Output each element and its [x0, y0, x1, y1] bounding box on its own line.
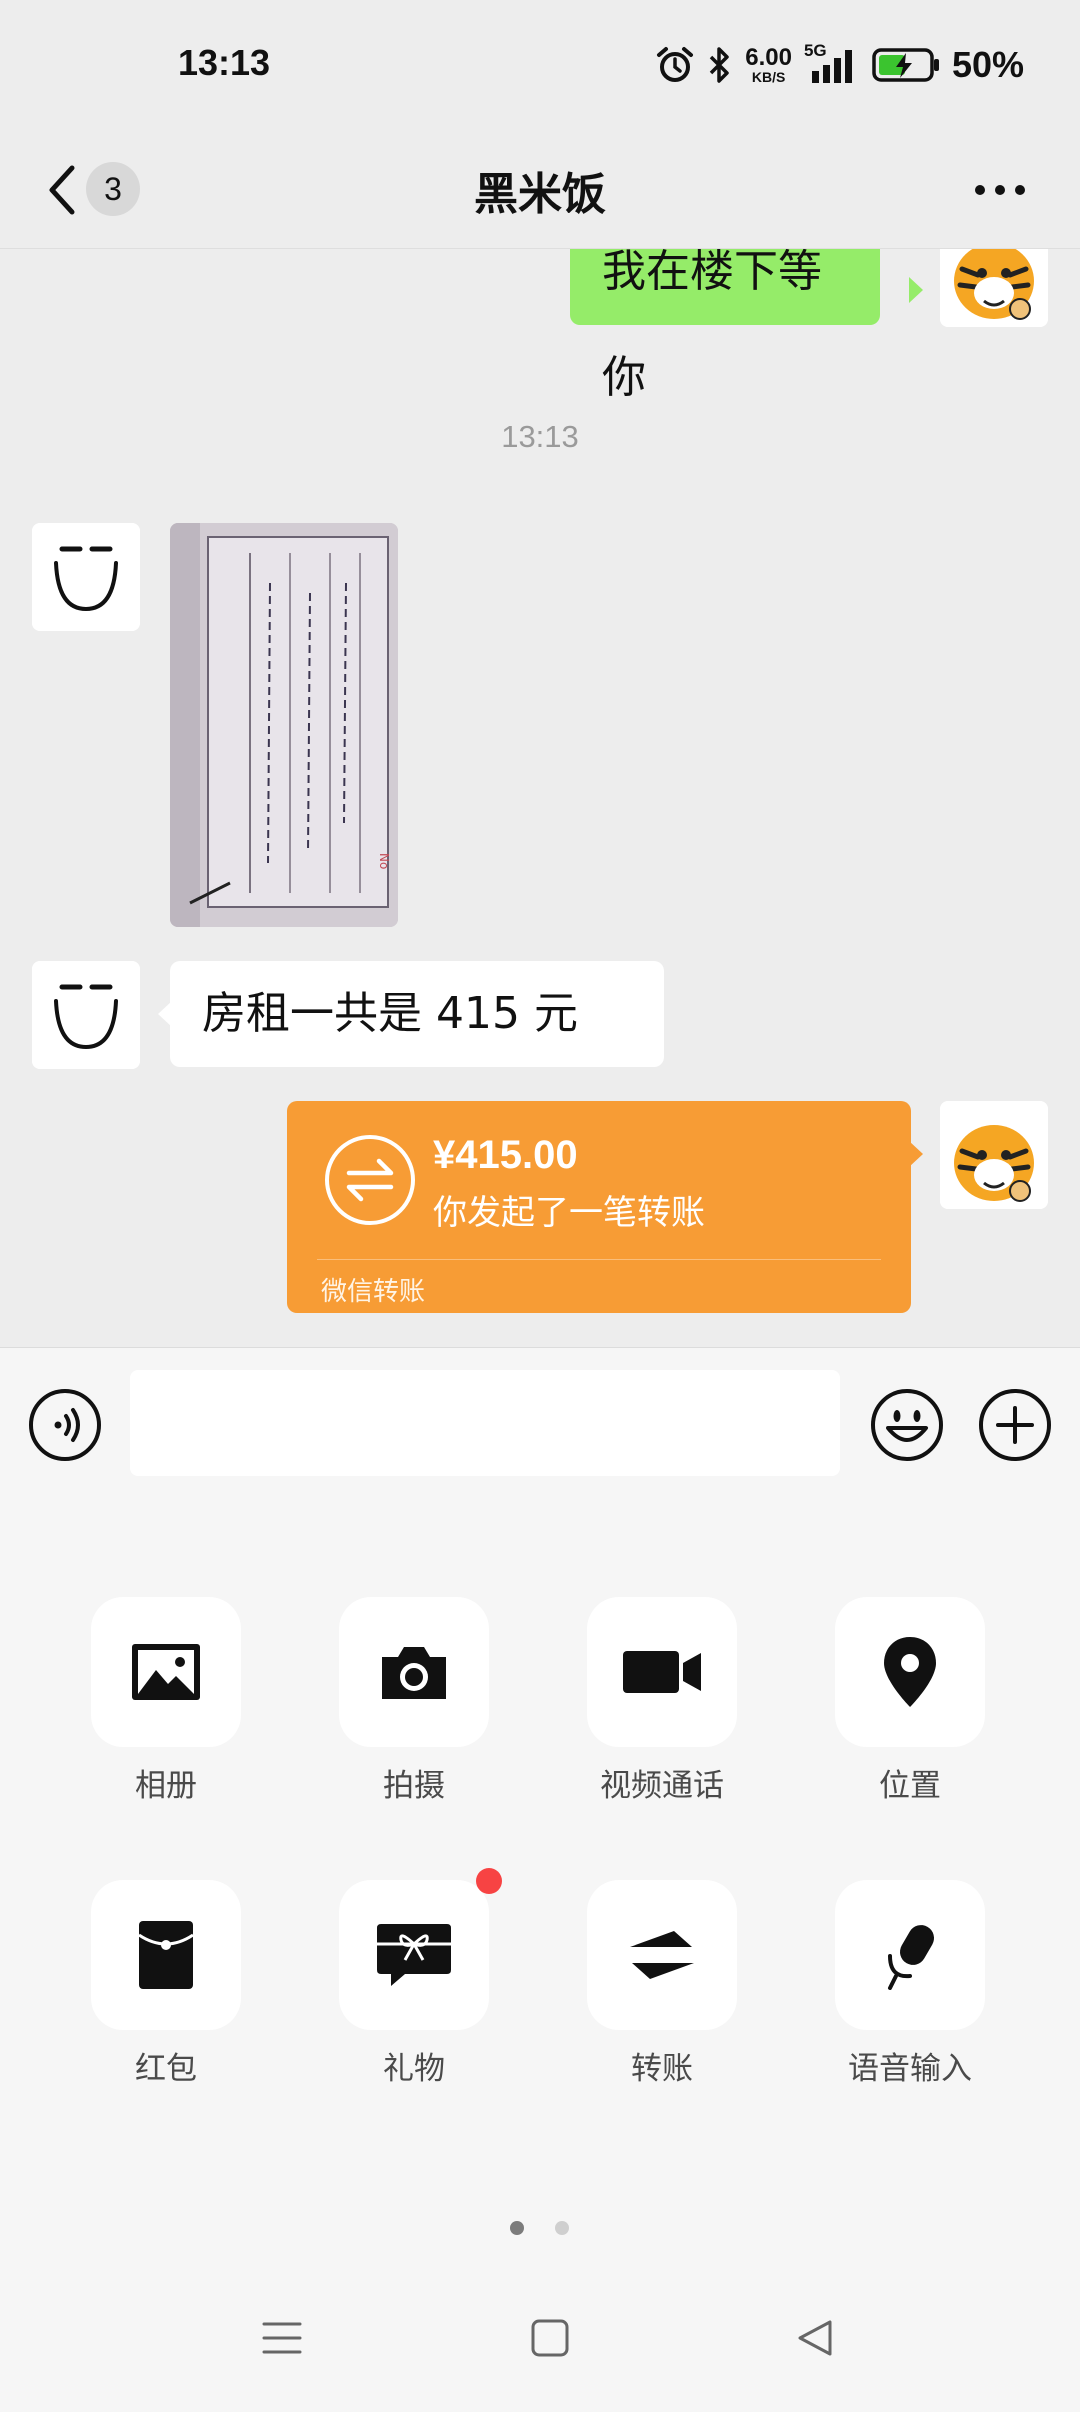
signal-icon: 5G: [804, 41, 860, 85]
svg-text:No: No: [377, 853, 391, 869]
plus-icon[interactable]: [978, 1388, 1052, 1462]
video-call-icon: [623, 1651, 701, 1693]
message-input[interactable]: [130, 1370, 840, 1476]
contact-avatar[interactable]: [32, 523, 140, 631]
net-speed: 6.00 KB/S: [745, 44, 792, 85]
receipt-image-message[interactable]: No: [170, 523, 398, 927]
page-dot-active: [510, 2221, 524, 2235]
input-bar: [0, 1347, 1080, 1501]
message-text: 房租一共是 415 元: [202, 988, 578, 1039]
photo-album-icon: [132, 1644, 200, 1700]
voice-input-label: 语音输入: [848, 2051, 972, 2087]
gift-label: 礼物: [383, 2051, 445, 2087]
message-timestamp: 13:13: [501, 419, 579, 454]
transfer-button[interactable]: [587, 1880, 737, 2030]
divider: [317, 1259, 881, 1260]
outgoing-message-bubble[interactable]: 我在楼下等你: [570, 249, 880, 403]
chat-header: 3 黑米饭: [0, 130, 1080, 249]
red-packet-icon: [138, 1921, 194, 1989]
net-speed-unit: KB/S: [751, 69, 786, 85]
transfer-arrows-icon: [325, 1135, 415, 1225]
red-packet-button[interactable]: [91, 1880, 241, 2030]
gift-new-badge: [476, 1868, 502, 1894]
camera-button[interactable]: [339, 1597, 489, 1747]
status-time: 13:13: [178, 42, 271, 83]
emoji-icon[interactable]: [870, 1388, 944, 1462]
my-avatar[interactable]: [940, 249, 1048, 327]
album-button[interactable]: [91, 1597, 241, 1747]
gift-icon: [377, 1924, 451, 1986]
battery-percent: 50%: [951, 44, 1024, 85]
message-text: 我在楼下等你: [602, 249, 822, 403]
back-triangle-icon[interactable]: [796, 2318, 836, 2358]
gift-button[interactable]: [339, 1880, 489, 2030]
voice-icon[interactable]: [28, 1388, 102, 1462]
status-icons: 6.00 KB/S 5G 50%: [655, 40, 1024, 90]
my-avatar[interactable]: [940, 1101, 1048, 1209]
transfer-amount: ¥415.00: [433, 1133, 578, 1177]
battery-charging-icon: [872, 48, 939, 82]
video-call-button[interactable]: [587, 1597, 737, 1747]
bubble-tail: [909, 1141, 923, 1167]
incoming-message-bubble[interactable]: 房租一共是 415 元: [170, 961, 664, 1067]
bubble-tail: [909, 277, 923, 303]
location-icon: [884, 1637, 936, 1707]
more-dots-icon[interactable]: [970, 170, 1030, 210]
camera-label: 拍摄: [383, 1768, 445, 1804]
contact-avatar[interactable]: [32, 961, 140, 1069]
home-icon[interactable]: [530, 2318, 570, 2358]
net-speed-value: 6.00: [745, 44, 792, 71]
transfer-description: 你发起了一笔转账: [433, 1193, 705, 1233]
transfer-icon: [630, 1931, 694, 1979]
bluetooth-icon: [709, 47, 729, 83]
chat-messages[interactable]: 我在楼下等你 13:13 No 房租一共是 415 元 ¥415.00 你发起了…: [0, 249, 1080, 1347]
voice-input-button[interactable]: [835, 1880, 985, 2030]
transfer-card[interactable]: ¥415.00 你发起了一笔转账 微信转账: [287, 1101, 911, 1313]
status-bar: 13:13 6.00 KB/S 5G 50%: [0, 0, 1080, 130]
alarm-icon: [657, 47, 694, 82]
location-label: 位置: [879, 1768, 941, 1804]
transfer-label: 转账: [631, 2051, 693, 2087]
microphone-icon: [888, 1925, 934, 1990]
page-dot: [555, 2221, 569, 2235]
transfer-footer: 微信转账: [321, 1277, 426, 1307]
menu-icon[interactable]: [262, 2318, 302, 2358]
album-label: 相册: [135, 1768, 197, 1804]
function-panel: 相册 拍摄 视频通话 位置 红包 礼物 转账 语音输入: [0, 1500, 1080, 2412]
location-button[interactable]: [835, 1597, 985, 1747]
video-call-label: 视频通话: [600, 1768, 724, 1804]
red-packet-label: 红包: [135, 2051, 197, 2087]
page-title: 黑米饭: [474, 169, 606, 220]
camera-icon: [382, 1647, 446, 1699]
